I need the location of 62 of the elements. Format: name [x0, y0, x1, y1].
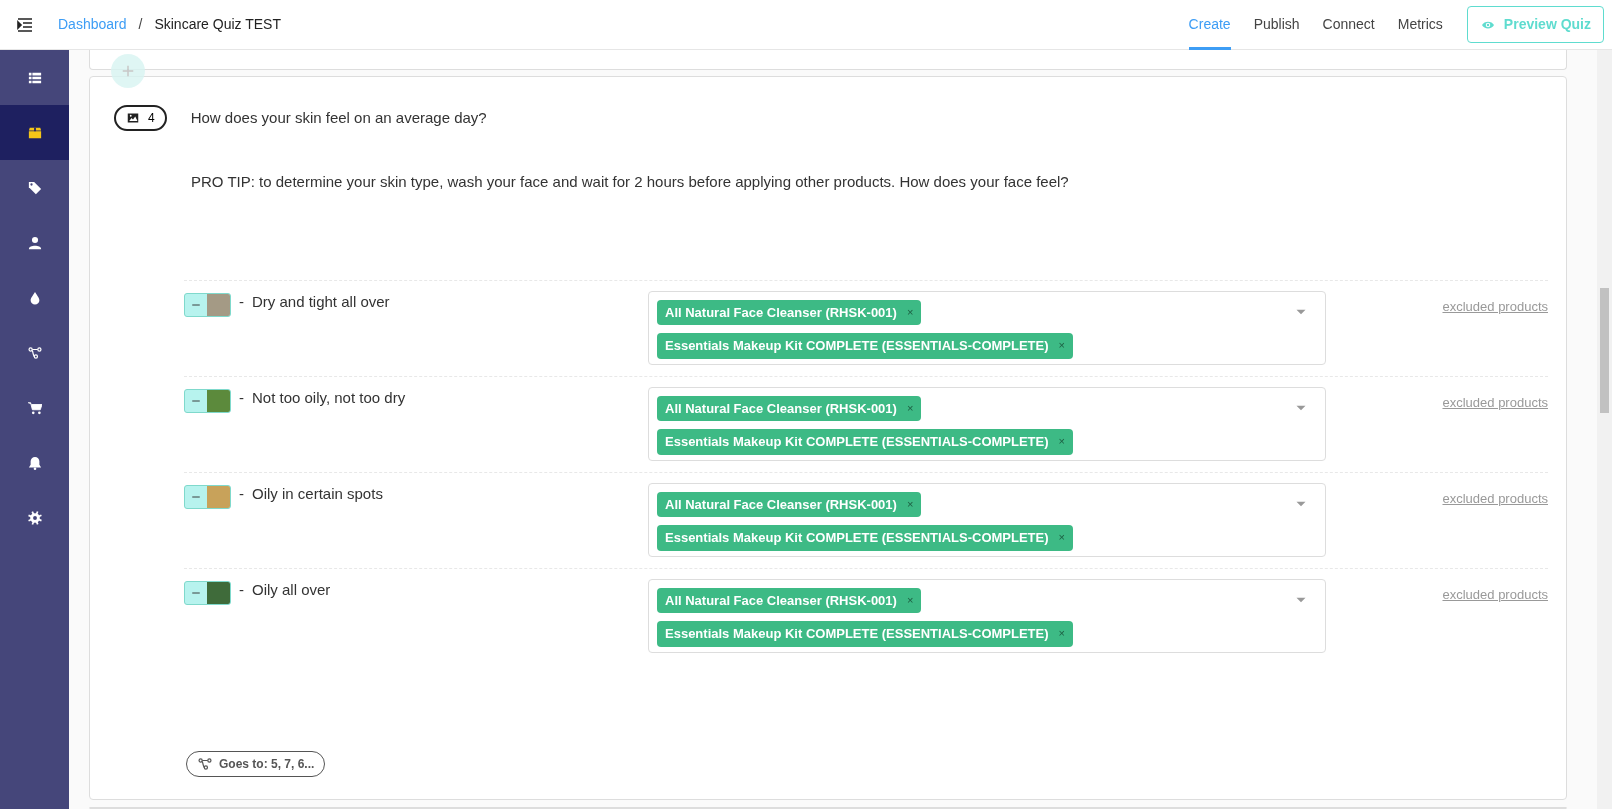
product-select-field[interactable]: All Natural Face Cleanser (RHSK-001) × Essentials Makeup Kit COMPLETE (ESSENTIALS-COMPLETE) × — [648, 290, 1326, 365]
photo-placeholder — [206, 485, 230, 508]
excluded-products-link[interactable]: excluded products — [1442, 584, 1548, 604]
gear-icon — [27, 510, 42, 525]
remove-tag-button[interactable]: × — [1058, 340, 1065, 352]
excluded-products-link[interactable]: excluded products — [1442, 296, 1548, 316]
remove-tag-button[interactable]: × — [1058, 436, 1065, 448]
plus-icon — [122, 65, 134, 77]
branch-icon — [27, 345, 42, 360]
scrollbar-thumb[interactable] — [1600, 288, 1609, 413]
photo-placeholder — [206, 389, 230, 412]
excluded-products-link[interactable]: excluded products — [1442, 392, 1548, 412]
dash-mark: - — [239, 483, 244, 504]
answer-label: Not too oily, not too dry — [252, 387, 407, 408]
breadcrumb-current: Skincare Quiz TEST — [154, 15, 281, 34]
photo-placeholder — [206, 293, 230, 316]
scrollbar[interactable] — [1597, 50, 1612, 809]
product-tag: All Natural Face Cleanser (RHSK-001) × — [657, 491, 922, 517]
remove-tag-button[interactable]: × — [906, 498, 914, 510]
user-icon — [27, 235, 42, 250]
product-select-field[interactable]: All Natural Face Cleanser (RHSK-001) × Essentials Makeup Kit COMPLETE (ESSENTIALS-COMPLETE) × — [648, 386, 1326, 461]
answer-label: Dry and tight all over — [252, 291, 391, 312]
photo-placeholder — [206, 581, 230, 604]
cart-icon — [27, 400, 42, 415]
breadcrumb-link[interactable]: Dashboard — [58, 14, 127, 35]
menu-toggle-icon[interactable] — [16, 16, 34, 33]
bell-icon — [27, 455, 42, 470]
product-tag: All Natural Face Cleanser (RHSK-001) × — [657, 395, 922, 421]
excluded-products-link[interactable]: excluded products — [1442, 488, 1548, 508]
dash-mark: - — [239, 291, 244, 312]
remove-tag-button[interactable]: × — [1058, 628, 1065, 640]
remove-tag-button[interactable]: × — [906, 306, 914, 318]
remove-tag-button[interactable]: × — [906, 402, 914, 414]
nav-tab[interactable]: Metrics — [1397, 0, 1443, 50]
box-icon — [27, 125, 42, 140]
image-count-button[interactable]: 4 — [114, 105, 167, 131]
remove-tag-button[interactable]: × — [1058, 532, 1065, 544]
product-tag: Essentials Makeup Kit COMPLETE (ESSENTIALS-COMPLETE) × — [657, 429, 1073, 455]
question-tip: PRO TIP: to determine your skin type, wash your face and wait for 2 hours before applying other products. How does your face feel? — [191, 172, 1070, 192]
sidebar-item[interactable] — [0, 105, 69, 160]
product-tag: All Natural Face Cleanser (RHSK-001) × — [657, 587, 922, 613]
product-tag: Essentials Makeup Kit COMPLETE (ESSENTIALS-COMPLETE) × — [657, 621, 1073, 647]
preview-quiz-button[interactable]: Preview Quiz — [1466, 6, 1604, 43]
dash-mark: - — [239, 387, 244, 408]
image-icon — [126, 112, 140, 124]
answer-label: Oily all over — [252, 579, 332, 600]
branch-icon — [197, 757, 213, 771]
dash-mark: - — [239, 579, 244, 600]
product-tag: Essentials Makeup Kit COMPLETE (ESSENTIALS-COMPLETE) × — [657, 525, 1073, 551]
question-title: How does your skin feel on an average day? — [190, 107, 487, 128]
product-tag: All Natural Face Cleanser (RHSK-001) × — [657, 299, 922, 325]
remove-tag-button[interactable]: × — [906, 594, 914, 606]
product-select-field[interactable]: All Natural Face Cleanser (RHSK-001) × Essentials Makeup Kit COMPLETE (ESSENTIALS-COMPLETE) × — [648, 482, 1326, 557]
product-tag: Essentials Makeup Kit COMPLETE (ESSENTIALS-COMPLETE) × — [657, 333, 1073, 359]
goes-to-button[interactable]: Goes to: 5, 7, 6... — [186, 751, 326, 777]
nav-tab[interactable]: Publish — [1253, 0, 1300, 50]
tag-icon — [27, 180, 42, 195]
answer-label: Oily in certain spots — [252, 483, 384, 504]
list-icon — [27, 70, 42, 85]
nav-tab[interactable]: Connect — [1322, 0, 1375, 50]
product-select-field[interactable]: All Natural Face Cleanser (RHSK-001) × Essentials Makeup Kit COMPLETE (ESSENTIALS-COMPLETE) × — [648, 578, 1326, 653]
breadcrumb-separator: / — [138, 15, 143, 34]
